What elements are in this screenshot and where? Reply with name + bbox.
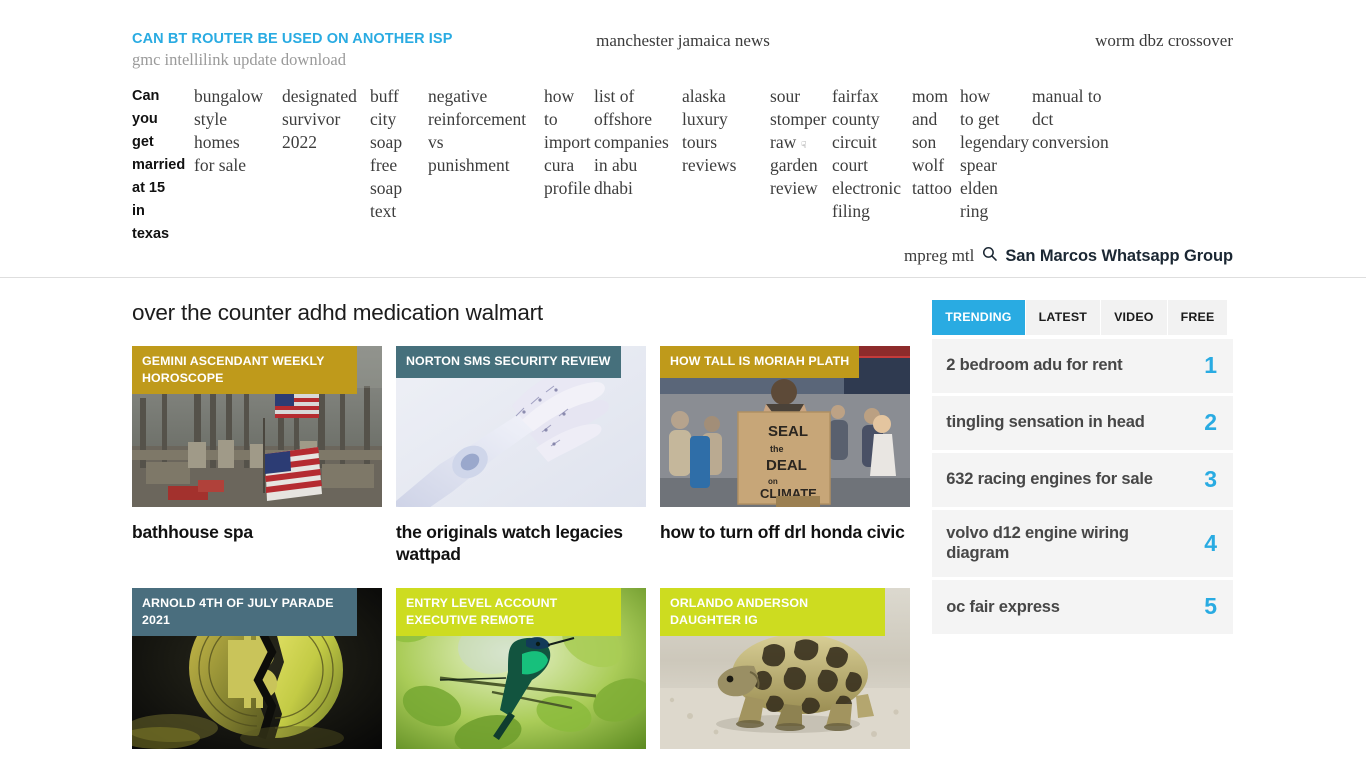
trending-rank: 3 — [1204, 466, 1217, 492]
article-card[interactable]: ORLANDO ANDERSON DAUGHTER IG — [660, 587, 910, 749]
main-column: over the counter adhd medication walmart — [132, 300, 910, 768]
nav-item-list-of-offshore-companies[interactable]: list of offshore companies in abu dhabi — [594, 85, 682, 200]
svg-text:the: the — [770, 444, 784, 454]
nav-item-label: sour stomper raw garden review — [770, 86, 827, 198]
card-label: NORTON SMS SECURITY REVIEW — [396, 346, 621, 378]
list-item[interactable]: oc fair express 5 — [932, 580, 1233, 635]
header-right-text[interactable]: worm dbz crossover — [1095, 31, 1233, 51]
list-item[interactable]: 2 bedroom adu for rent 1 — [932, 339, 1233, 393]
article-card[interactable]: ARNOLD 4TH OF JULY PARADE 2021 — [132, 587, 382, 749]
nav-item-fairfax-county-circuit-court[interactable]: fairfax county circuit court electronic … — [832, 85, 912, 223]
trending-rank: 2 — [1204, 409, 1217, 435]
card-label: ORLANDO ANDERSON DAUGHTER IG — [660, 587, 885, 637]
page-content: over the counter adhd medication walmart — [0, 278, 1366, 768]
card-label: ARNOLD 4TH OF JULY PARADE 2021 — [132, 587, 357, 637]
article-card[interactable]: ENTRY LEVEL ACCOUNT EXECUTIVE REMOTE — [396, 587, 646, 749]
nav-item-how-to-import-cura[interactable]: how to import cura profile — [544, 85, 594, 200]
sidebar-tabs: TRENDING LATEST VIDEO FREE — [932, 300, 1233, 335]
tab-latest[interactable]: LATEST — [1025, 300, 1102, 335]
list-item[interactable]: tingling sensation in head 2 — [932, 396, 1233, 450]
tab-trending[interactable]: TRENDING — [932, 300, 1026, 335]
tab-free[interactable]: FREE — [1167, 300, 1228, 335]
article-card[interactable]: NORTON SMS SECURITY REVIEW the originals… — [396, 346, 646, 566]
card-title[interactable]: bathhouse spa — [132, 521, 382, 543]
search-hint-text: mpreg mtl — [904, 246, 975, 265]
tab-video[interactable]: VIDEO — [1101, 300, 1168, 335]
card-thumbnail[interactable]: ENTRY LEVEL ACCOUNT EXECUTIVE REMOTE — [396, 587, 646, 749]
card-label: HOW TALL IS MORIAH PLATH — [660, 346, 860, 378]
card-thumbnail[interactable]: SEAL the DEAL on CLIMATE HOW TALL IS MOR… — [660, 346, 910, 507]
sidebar: TRENDING LATEST VIDEO FREE 2 bedroom adu… — [932, 300, 1233, 768]
trending-list: 2 bedroom adu for rent 1 tingling sensat… — [932, 339, 1233, 635]
card-title[interactable]: the originals watch legacies wattpad — [396, 521, 646, 566]
site-header: CAN BT ROUTER BE USED ON ANOTHER ISP gmc… — [0, 0, 1366, 78]
card-thumbnail[interactable]: ARNOLD 4TH OF JULY PARADE 2021 — [132, 587, 382, 749]
brand-subtitle: gmc intellilink update download — [132, 50, 347, 70]
nav-item-buff-city-soap[interactable]: buff city soap free soap text — [370, 85, 428, 223]
search-label[interactable]: San Marcos Whatsapp Group — [1005, 247, 1233, 266]
card-title[interactable]: how to turn off drl honda civic — [660, 521, 910, 543]
trending-rank: 1 — [1204, 352, 1217, 378]
article-card-grid: GEMINI ASCENDANT WEEKLY HOROSCOPE bathho… — [132, 346, 910, 768]
svg-text:SEAL: SEAL — [768, 423, 808, 440]
svg-text:on: on — [768, 477, 778, 486]
trending-rank: 4 — [1204, 529, 1217, 556]
main-navigation: Can you get married at 15 in texas bunga… — [0, 78, 1366, 243]
nav-item-how-to-get-legendary-spear[interactable]: how to get legendary spear elden ring — [960, 85, 1032, 223]
list-item[interactable]: volvo d12 engine wiring diagram 4 — [932, 510, 1233, 578]
svg-text:DEAL: DEAL — [766, 457, 807, 474]
list-item[interactable]: 632 racing engines for sale 3 — [932, 453, 1233, 507]
trending-rank: 5 — [1204, 593, 1217, 620]
article-card[interactable]: SEAL the DEAL on CLIMATE HOW TALL IS MOR… — [660, 346, 910, 566]
card-thumbnail[interactable]: ORLANDO ANDERSON DAUGHTER IG — [660, 587, 910, 749]
nav-item-mom-and-son-wolf-tattoo[interactable]: mom and son wolf tattoo — [912, 85, 960, 200]
nav-item-manual-to-dct-conversion[interactable]: manual to dct conversion — [1032, 85, 1132, 154]
nav-item-negative-reinforcement[interactable]: negative reinforcement vs punishment — [428, 85, 544, 177]
card-thumbnail[interactable]: NORTON SMS SECURITY REVIEW — [396, 346, 646, 507]
search-bar[interactable]: mpreg mtl San Marcos Whatsapp Group — [0, 243, 1366, 277]
card-label: GEMINI ASCENDANT WEEKLY HOROSCOPE — [132, 346, 357, 395]
trending-title: 2 bedroom adu for rent — [946, 356, 1123, 375]
trending-title: oc fair express — [946, 597, 1060, 616]
nav-list: Can you get married at 15 in texas bunga… — [132, 78, 1234, 246]
trending-title: tingling sensation in head — [946, 413, 1145, 432]
card-label: ENTRY LEVEL ACCOUNT EXECUTIVE REMOTE — [396, 587, 621, 637]
nav-item-bungalow-style-homes[interactable]: bungalow style homes for sale — [194, 85, 282, 177]
card-thumbnail[interactable]: GEMINI ASCENDANT WEEKLY HOROSCOPE — [132, 346, 382, 507]
chevron-double-down-icon[interactable]: ☟ — [801, 141, 806, 150]
article-card[interactable]: GEMINI ASCENDANT WEEKLY HOROSCOPE bathho… — [132, 346, 382, 566]
trending-title: 632 racing engines for sale — [946, 470, 1153, 489]
nav-item-sour-stomper-raw-garden[interactable]: sour stomper raw garden review ☟ — [770, 85, 832, 200]
nav-item-alaska-luxury-tours[interactable]: alaska luxury tours reviews — [682, 85, 770, 177]
page-title: over the counter adhd medication walmart — [132, 300, 543, 325]
search-icon[interactable] — [981, 245, 998, 267]
nav-item-can-you-get-married[interactable]: Can you get married at 15 in texas — [132, 85, 194, 246]
nav-item-designated-survivor[interactable]: designated survivor 2022 — [282, 85, 370, 154]
trending-title: volvo d12 engine wiring diagram — [946, 524, 1129, 563]
